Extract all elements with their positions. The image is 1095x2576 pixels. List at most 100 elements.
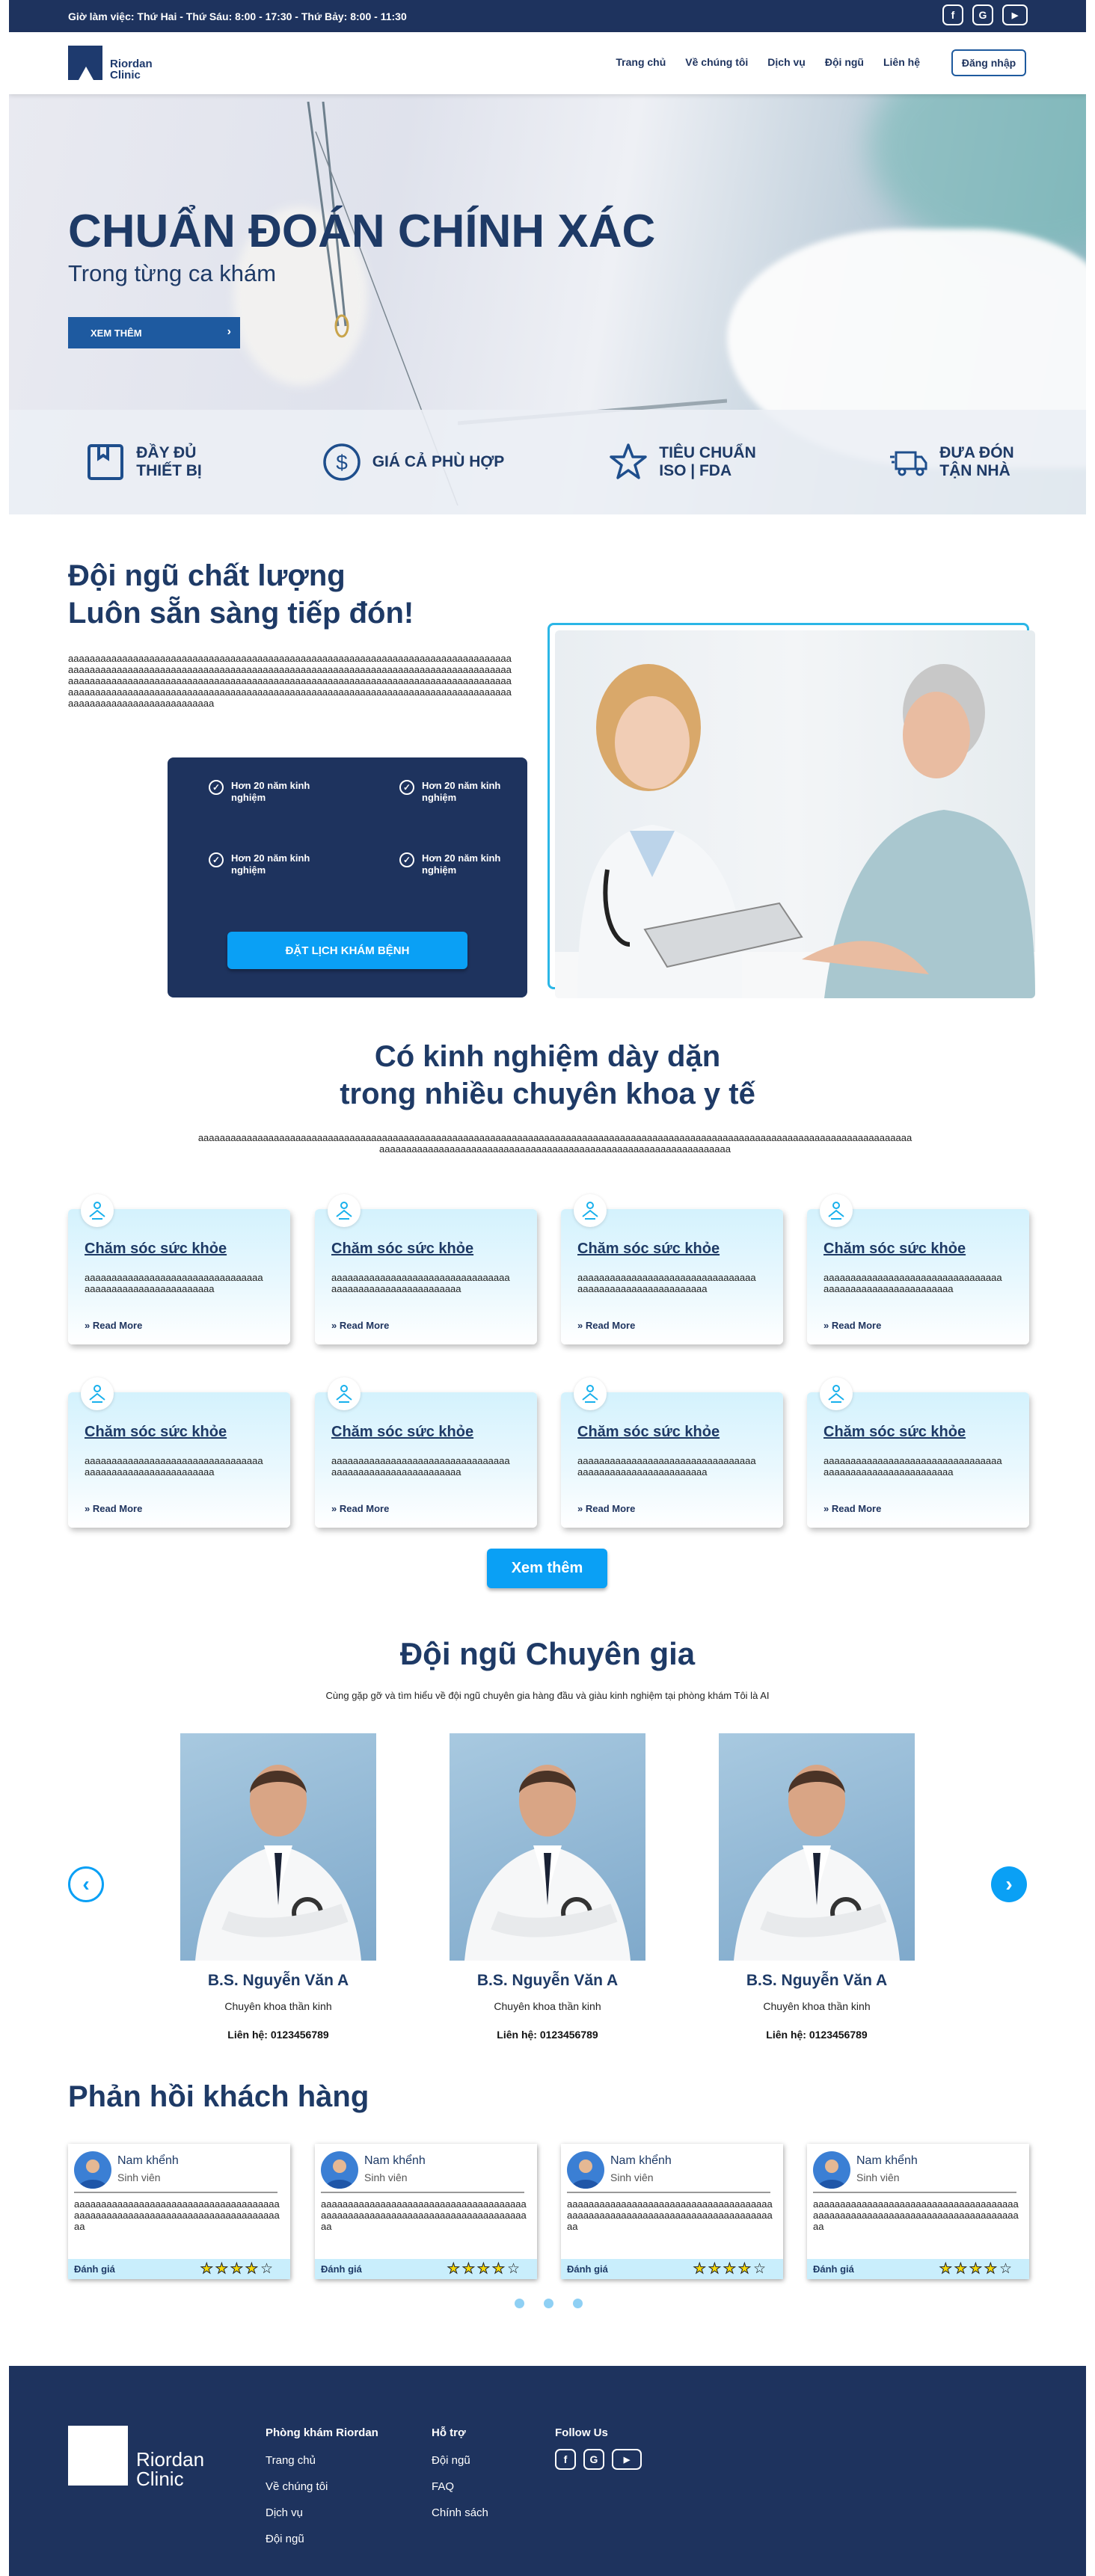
star-icon: ★ — [491, 2261, 507, 2278]
footer-link[interactable]: FAQ — [432, 2480, 454, 2493]
healthcare-icon — [328, 1194, 361, 1227]
star-icon: ★ — [461, 2261, 477, 2278]
footer-link[interactable]: Về chúng tôi — [266, 2480, 328, 2493]
star-icon: ★ — [447, 2261, 462, 2278]
star-icon: ★ — [984, 2261, 999, 2278]
doctor-specialty: Chuyên khoa thần kinh — [763, 2000, 871, 2012]
card-description: aaaaaaaaaaaaaaaaaaaaaaaaaaaaaaaaaaaaaaaa… — [331, 1272, 510, 1294]
nav-item-team[interactable]: Đội ngũ — [825, 56, 864, 68]
specialty-card[interactable]: Chăm sóc sức khỏe aaaaaaaaaaaaaaaaaaaaaaa… — [807, 1377, 1029, 1528]
carousel-dot[interactable] — [573, 2299, 583, 2308]
read-more-link[interactable]: » Read More — [823, 1320, 881, 1331]
footer-link[interactable]: Dịch vụ — [266, 2506, 303, 2519]
nav-item-contact[interactable]: Liên hệ — [883, 56, 920, 68]
hero-read-more-button[interactable]: XEM THÊM › — [68, 317, 240, 348]
specialties-title: Có kinh nghiệm dày dặn trong nhiều chuyê… — [340, 1040, 755, 1110]
site-footer: Riordan Clinic Phòng khám Riordan Trang c… — [9, 2366, 1086, 2576]
feature-price: $ GIÁ CẢ PHÙ HỢP — [278, 410, 548, 514]
avatar — [321, 2151, 358, 2189]
rating-stars: ★★★★☆ — [200, 2260, 275, 2278]
see-more-button[interactable]: Xem thêm — [487, 1549, 607, 1588]
carousel-dot[interactable] — [544, 2299, 553, 2308]
rating-stars: ★★★★☆ — [693, 2260, 768, 2278]
read-more-link[interactable]: » Read More — [85, 1320, 142, 1331]
book-appointment-button[interactable]: ĐẶT LỊCH KHÁM BỆNH — [227, 932, 467, 969]
star-icon: ★ — [723, 2261, 738, 2278]
nav-item-home[interactable]: Trang chủ — [616, 56, 666, 68]
youtube-icon[interactable]: ▶ — [612, 2449, 642, 2470]
specialty-card[interactable]: Chăm sóc sức khỏe aaaaaaaaaaaaaaaaaaaaaaa… — [315, 1194, 537, 1344]
feedback-card: Nam khểnh Sinh viên aaaaaaaaaaaaaaaaaaaaaa… — [561, 2144, 783, 2279]
card-description: aaaaaaaaaaaaaaaaaaaaaaaaaaaaaaaaaaaaaaaa… — [577, 1455, 756, 1478]
double-chevron-icon: » — [577, 1320, 586, 1331]
doctor-card[interactable]: B.S. Nguyễn Văn A Chuyên khoa thần kinh … — [450, 1733, 645, 2041]
star-icon: ★ — [954, 2261, 969, 2278]
card-title: Chăm sóc sức khỏe — [823, 1424, 966, 1440]
footer-link[interactable]: Đội ngũ — [432, 2454, 470, 2467]
doctor-specialty: Chuyên khoa thần kinh — [494, 2000, 601, 2012]
feedback-card: Nam khểnh Sinh viên aaaaaaaaaaaaaaaaaaaaaa… — [807, 2144, 1029, 2279]
specialty-card[interactable]: Chăm sóc sức khỏe aaaaaaaaaaaaaaaaaaaaaaa… — [561, 1194, 783, 1344]
highlight-item: ✓ Hơn 20 năm kinh nghiệm — [209, 780, 336, 804]
specialty-card[interactable]: Chăm sóc sức khỏe aaaaaaaaaaaaaaaaaaaaaaa… — [68, 1194, 290, 1344]
nav-item-about[interactable]: Về chúng tôi — [685, 56, 748, 68]
read-more-link[interactable]: » Read More — [823, 1503, 881, 1514]
doctor-name: B.S. Nguyễn Văn A — [746, 1972, 888, 1989]
chevron-right-icon: › — [1005, 1872, 1013, 1896]
doctor-card[interactable]: B.S. Nguyễn Văn A Chuyên khoa thần kinh … — [180, 1733, 376, 2041]
feature-standard: TIÊU CHUẨN ISO | FDA — [548, 410, 817, 514]
card-description: aaaaaaaaaaaaaaaaaaaaaaaaaaaaaaaaaaaaaaaa… — [823, 1455, 1002, 1478]
healthcare-icon — [820, 1377, 853, 1410]
footer-links-clinic: Trang chủ Về chúng tôi Dịch vụ Đội ngũ — [266, 2447, 328, 2552]
facebook-icon[interactable]: f — [942, 4, 963, 25]
read-more-link[interactable]: » Read More — [331, 1503, 389, 1514]
card-title: Chăm sóc sức khỏe — [331, 1241, 474, 1257]
star-icon: ☆ — [506, 2261, 522, 2277]
chevron-right-icon: › — [227, 325, 231, 338]
facebook-icon[interactable]: f — [555, 2449, 576, 2470]
nav-item-services[interactable]: Dịch vụ — [767, 56, 806, 68]
star-icon: ☆ — [999, 2261, 1014, 2277]
feature-label: THIẾT BỊ — [136, 462, 202, 479]
read-more-link[interactable]: » Read More — [85, 1503, 142, 1514]
youtube-icon[interactable]: ▶ — [1002, 4, 1028, 25]
specialty-card[interactable]: Chăm sóc sức khỏe aaaaaaaaaaaaaaaaaaaaaaa… — [68, 1377, 290, 1528]
login-button[interactable]: Đăng nhập — [951, 49, 1026, 76]
carousel-dot[interactable] — [515, 2299, 524, 2308]
star-icon — [610, 443, 647, 479]
carousel-next-button[interactable]: › — [991, 1866, 1027, 1902]
doctor-specialty: Chuyên khoa thần kinh — [224, 2000, 332, 2012]
google-icon[interactable]: G — [583, 2449, 604, 2470]
specialty-card[interactable]: Chăm sóc sức khỏe aaaaaaaaaaaaaaaaaaaaaaa… — [315, 1377, 537, 1528]
carousel-prev-button[interactable]: ‹ — [68, 1866, 104, 1902]
specialty-card[interactable]: Chăm sóc sức khỏe aaaaaaaaaaaaaaaaaaaaaaa… — [807, 1194, 1029, 1344]
customer-role: Sinh viên — [117, 2171, 161, 2183]
avatar — [74, 2151, 111, 2189]
read-more-link[interactable]: » Read More — [577, 1320, 635, 1331]
feedback-title: Phản hồi khách hàng — [68, 2080, 369, 2113]
rating-stars: ★★★★☆ — [447, 2260, 522, 2278]
specialty-card[interactable]: Chăm sóc sức khỏe aaaaaaaaaaaaaaaaaaaaaaa… — [561, 1377, 783, 1528]
check-circle-icon: ✓ — [209, 780, 224, 795]
quality-description: aaaaaaaaaaaaaaaaaaaaaaaaaaaaaaaaaaaaaaaa… — [68, 653, 512, 709]
read-more-link[interactable]: » Read More — [331, 1320, 389, 1331]
rating-label: Đánh giá — [813, 2263, 854, 2275]
healthcare-icon — [574, 1377, 607, 1410]
doctor-card[interactable]: B.S. Nguyễn Văn A Chuyên khoa thần kinh … — [719, 1733, 915, 2041]
feature-label: TIÊU CHUẨN — [659, 444, 756, 461]
read-more-link[interactable]: » Read More — [577, 1503, 635, 1514]
card-description: aaaaaaaaaaaaaaaaaaaaaaaaaaaaaaaaaaaaaaaa… — [577, 1272, 756, 1294]
google-icon[interactable]: G — [972, 4, 993, 25]
footer-link[interactable]: Đội ngũ — [266, 2533, 304, 2545]
double-chevron-icon: » — [85, 1503, 93, 1514]
feedback-text: aaaaaaaaaaaaaaaaaaaaaaaaaaaaaaaaaaaaaaaa… — [74, 2198, 280, 2232]
doctor-patient-photo — [555, 630, 1035, 998]
card-title: Chăm sóc sức khỏe — [85, 1424, 227, 1440]
double-chevron-icon: » — [331, 1320, 340, 1331]
divider — [74, 2192, 277, 2193]
footer-link[interactable]: Trang chủ — [266, 2454, 316, 2467]
logo-mark — [68, 46, 102, 80]
card-title: Chăm sóc sức khỏe — [577, 1241, 720, 1257]
customer-name: Nam khểnh — [364, 2154, 426, 2167]
footer-link[interactable]: Chính sách — [432, 2506, 488, 2519]
